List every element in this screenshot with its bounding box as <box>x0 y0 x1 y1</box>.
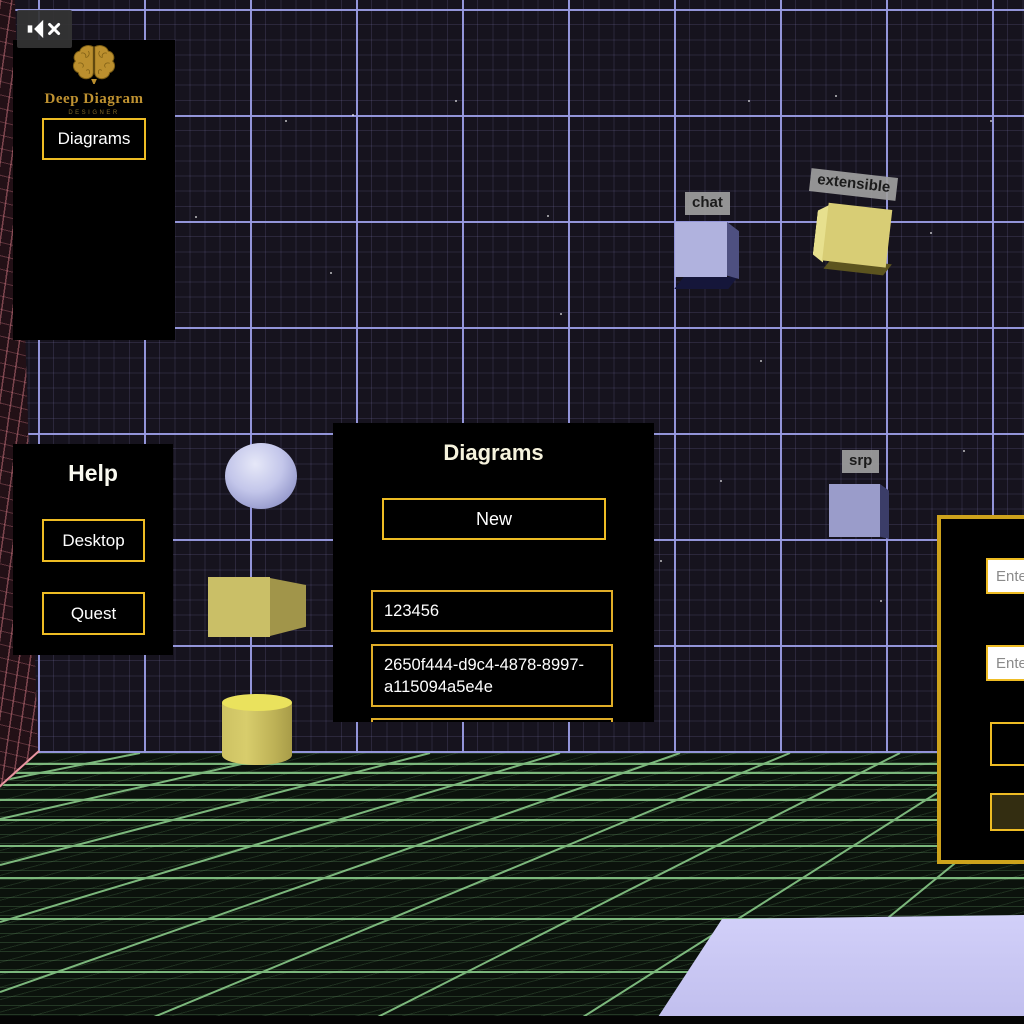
right-panel-input-1[interactable] <box>986 558 1024 594</box>
help-title: Help <box>13 460 173 487</box>
right-panel-button-2[interactable] <box>990 793 1024 831</box>
diagrams-menu-button[interactable]: Diagrams <box>42 118 146 160</box>
brand-title: Deep Diagram <box>13 91 175 108</box>
diagram-item-clipped[interactable] <box>371 718 613 722</box>
palette-cube[interactable] <box>208 577 308 639</box>
right-panel-input-2[interactable] <box>986 645 1024 681</box>
diagram-item[interactable]: 2650f444-d9c4-4878-8997-a115094a5e4e <box>371 644 613 707</box>
node-label-srp: srp <box>842 450 879 473</box>
brand-subtitle: DESIGNER <box>13 110 175 116</box>
mute-button[interactable] <box>17 10 72 48</box>
right-panel <box>937 515 1024 864</box>
help-desktop-button[interactable]: Desktop <box>42 519 145 562</box>
palette-sphere[interactable] <box>225 443 297 509</box>
palette-cylinder[interactable] <box>222 694 292 766</box>
node-label-chat: chat <box>685 192 730 215</box>
gold-brain-logo <box>13 44 175 89</box>
muted-speaker-icon <box>25 16 65 42</box>
brand-panel: Deep Diagram DESIGNER Diagrams <box>13 40 175 340</box>
diagram-item[interactable]: 123456 <box>371 590 613 632</box>
new-diagram-button[interactable]: New <box>382 498 606 540</box>
node-extensible-cube[interactable] <box>811 194 899 281</box>
diagrams-title: Diagrams <box>333 440 654 466</box>
node-srp-cube[interactable] <box>829 484 891 542</box>
bottom-strip <box>0 1016 1024 1024</box>
help-quest-button[interactable]: Quest <box>42 592 145 635</box>
diagrams-panel: Diagrams New 123456 2650f444-d9c4-4878-8… <box>333 423 654 722</box>
right-panel-button-1[interactable] <box>990 722 1024 766</box>
node-chat-cube[interactable] <box>675 222 741 292</box>
help-panel: Help Desktop Quest <box>13 444 173 655</box>
